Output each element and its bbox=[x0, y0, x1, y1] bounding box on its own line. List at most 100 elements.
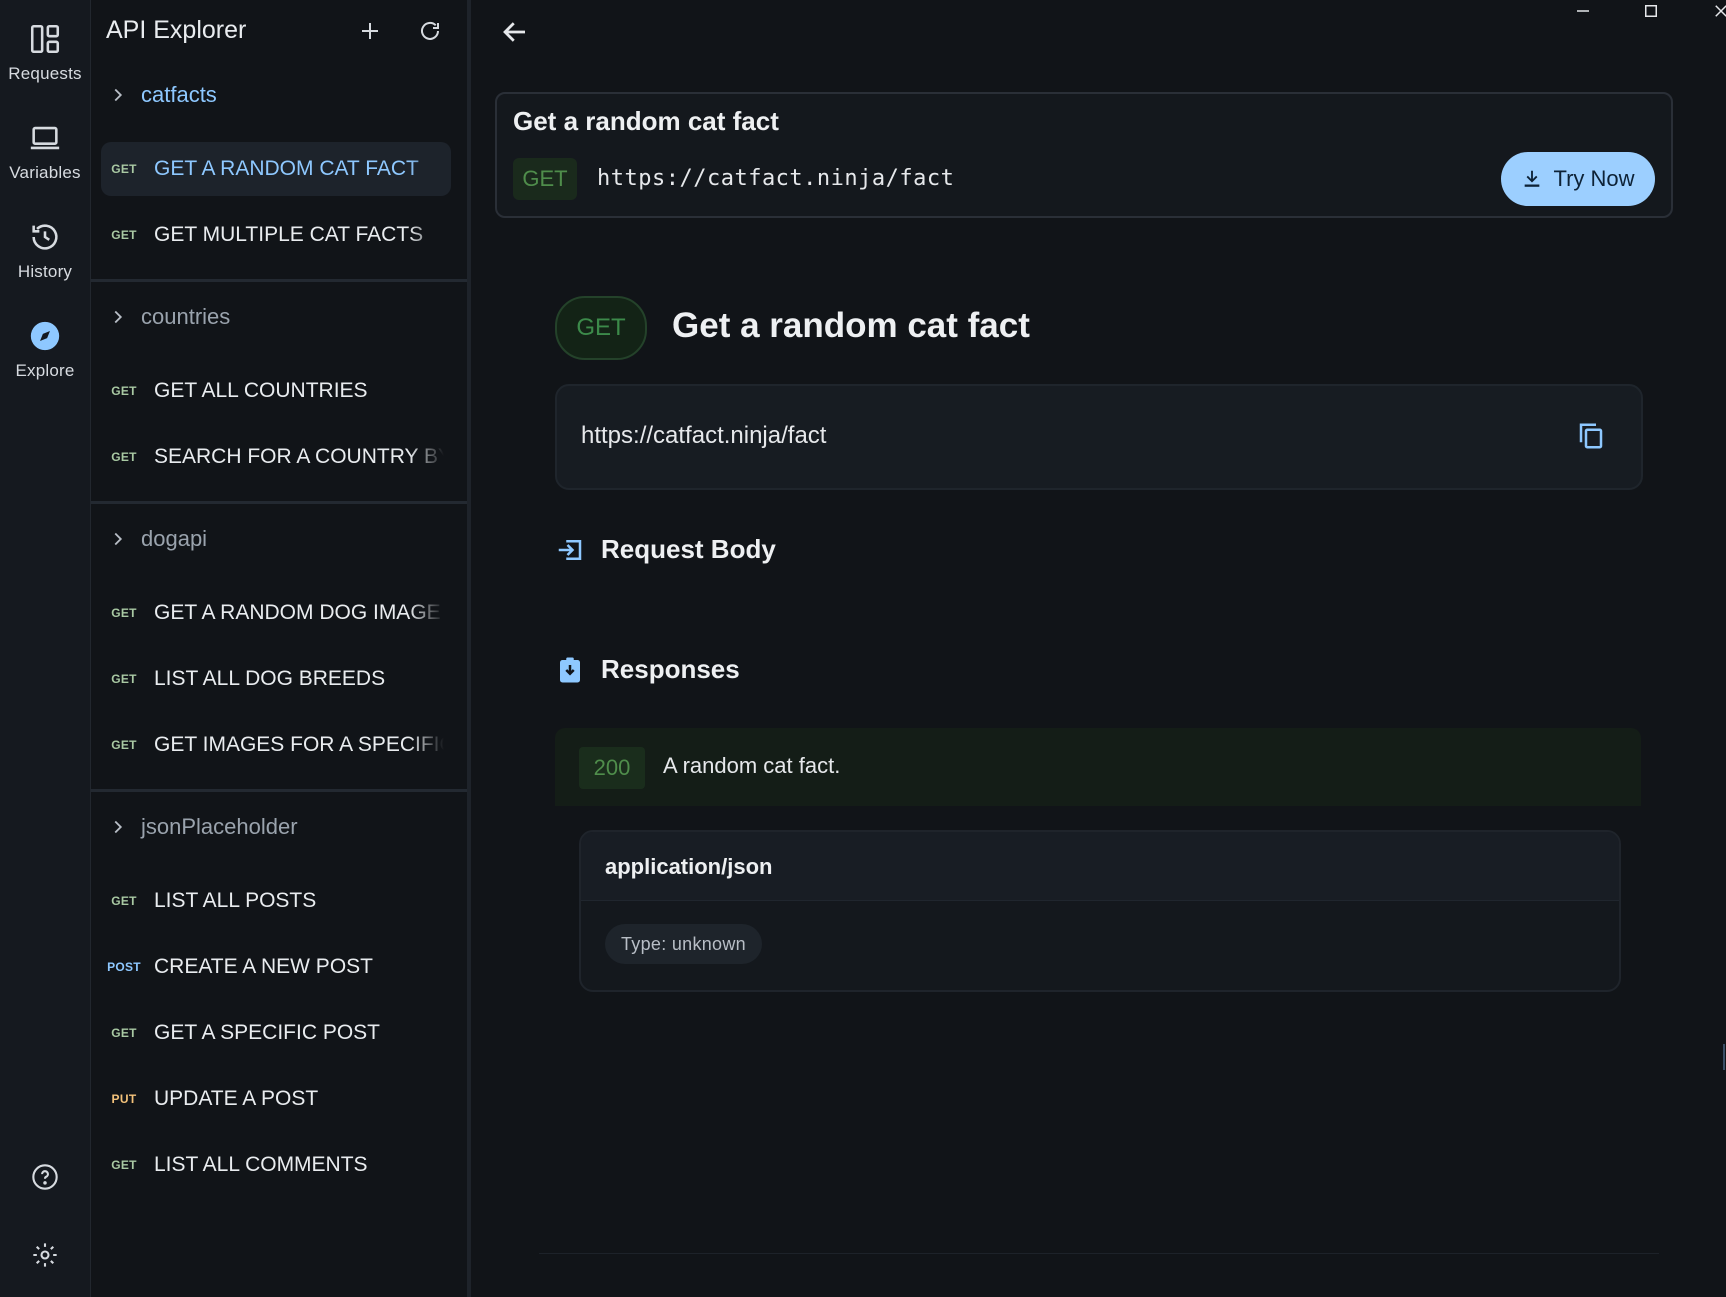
group-dogapi[interactable]: dogapi bbox=[91, 511, 467, 567]
laptop-icon bbox=[30, 126, 60, 150]
request-item-random-cat-fact[interactable]: GET GET A RANDOM CAT FACT bbox=[101, 142, 451, 196]
request-item-update-post[interactable]: PUT UPDATE A POST bbox=[101, 1072, 451, 1126]
main-content: Get a random cat fact GET https://catfac… bbox=[471, 0, 1726, 1297]
app-window: Requests Variables History Explore API E… bbox=[0, 0, 1726, 1297]
request-name: GET MULTIPLE CAT FACTS bbox=[154, 223, 424, 246]
request-item-random-dog-image[interactable]: GET GET A RANDOM DOG IMAGE bbox=[101, 586, 451, 640]
method-tag: GET bbox=[111, 228, 137, 242]
request-name: LIST ALL POSTS bbox=[154, 889, 317, 912]
history-icon bbox=[32, 224, 58, 250]
add-collection-button[interactable] bbox=[353, 14, 387, 48]
chevron-right-icon bbox=[114, 310, 123, 324]
request-name: CREATE A NEW POST bbox=[154, 955, 373, 978]
request-item-search-country[interactable]: GET SEARCH FOR A COUNTRY BY bbox=[101, 430, 451, 484]
resize-handle[interactable] bbox=[1723, 1044, 1725, 1070]
request-card-title: Get a random cat fact bbox=[513, 106, 779, 136]
request-item-specific-post[interactable]: GET GET A SPECIFIC POST bbox=[101, 1006, 451, 1060]
request-item-all-countries[interactable]: GET GET ALL COUNTRIES bbox=[101, 364, 451, 418]
request-body-section: Request Body bbox=[555, 534, 776, 565]
activity-rail: Requests Variables History Explore bbox=[0, 0, 91, 1297]
rail-item-explore[interactable]: Explore bbox=[0, 297, 90, 387]
group-name: catfacts bbox=[141, 82, 217, 107]
responses-section: Responses bbox=[555, 654, 740, 685]
status-code-badge: 200 bbox=[579, 747, 645, 789]
request-item-list-posts[interactable]: GET LIST ALL POSTS bbox=[101, 874, 451, 928]
request-item-dog-breeds[interactable]: GET LIST ALL DOG BREEDS bbox=[101, 652, 451, 706]
request-name: SEARCH FOR A COUNTRY BY bbox=[154, 445, 444, 468]
type-chip: Type: unknown bbox=[605, 924, 762, 964]
copy-url-button[interactable] bbox=[1571, 416, 1611, 456]
method-tag: GET bbox=[111, 738, 137, 752]
endpoint-url: https://catfact.ninja/fact bbox=[581, 422, 827, 449]
request-name: UPDATE A POST bbox=[154, 1087, 319, 1110]
input-icon bbox=[558, 539, 582, 560]
api-explorer-panel: API Explorer catfacts GET GET A RANDOM C… bbox=[91, 0, 471, 1297]
refresh-button[interactable] bbox=[413, 14, 447, 48]
response-description: A random cat fact. bbox=[663, 753, 841, 778]
endpoint-url-box: https://catfact.ninja/fact bbox=[555, 384, 1643, 490]
panel-header: API Explorer bbox=[91, 0, 467, 62]
minimize-icon bbox=[1577, 10, 1589, 12]
method-tag: PUT bbox=[111, 1092, 137, 1106]
close-button[interactable] bbox=[1689, 0, 1726, 22]
method-tag: GET bbox=[111, 1026, 137, 1040]
maximize-icon bbox=[1645, 5, 1657, 17]
minimize-button[interactable] bbox=[1551, 0, 1615, 22]
help-button[interactable] bbox=[0, 1152, 90, 1202]
settings-icon bbox=[33, 1243, 57, 1267]
compass-icon bbox=[30, 321, 60, 351]
chevron-right-icon bbox=[114, 820, 123, 834]
chevron-right-icon bbox=[114, 532, 123, 546]
request-name: GET A RANDOM DOG IMAGE bbox=[154, 601, 441, 624]
request-name: GET A SPECIFIC POST bbox=[154, 1021, 381, 1044]
rail-label: Variables bbox=[9, 163, 81, 182]
group-divider bbox=[91, 501, 467, 504]
group-divider bbox=[91, 789, 467, 792]
method-tag: GET bbox=[111, 894, 137, 908]
request-url: https://catfact.ninja/fact bbox=[597, 166, 955, 191]
download-icon bbox=[1525, 170, 1540, 187]
request-body-title: Request Body bbox=[601, 534, 776, 564]
back-button[interactable] bbox=[495, 12, 535, 52]
group-divider bbox=[91, 279, 467, 282]
group-jsonplaceholder[interactable]: jsonPlaceholder bbox=[91, 799, 467, 855]
copy-icon bbox=[1579, 423, 1603, 449]
method-tag: GET bbox=[111, 672, 137, 686]
refresh-icon bbox=[421, 21, 439, 40]
method-tag: GET bbox=[111, 1158, 137, 1172]
maximize-button[interactable] bbox=[1619, 0, 1683, 22]
rail-item-variables[interactable]: Variables bbox=[0, 99, 90, 189]
request-name: GET ALL COUNTRIES bbox=[154, 379, 368, 402]
method-tag: POST bbox=[107, 960, 141, 974]
rail-item-requests[interactable]: Requests bbox=[0, 0, 90, 90]
try-now-button[interactable]: Try Now bbox=[1501, 152, 1655, 206]
rail-label: History bbox=[17, 262, 73, 281]
group-countries[interactable]: countries bbox=[91, 289, 467, 345]
request-name: LIST ALL DOG BREEDS bbox=[154, 667, 386, 690]
arrow-left-icon bbox=[503, 22, 525, 42]
media-type-header: application/json bbox=[581, 832, 1619, 901]
clipboard-download-icon bbox=[560, 657, 580, 682]
request-item-create-post[interactable]: POST CREATE A NEW POST bbox=[101, 940, 451, 994]
method-tag: GET bbox=[111, 162, 137, 176]
settings-button[interactable] bbox=[0, 1230, 90, 1280]
request-item-multiple-cat-facts[interactable]: GET GET MULTIPLE CAT FACTS bbox=[101, 208, 451, 262]
requests-icon bbox=[30, 24, 60, 54]
request-name: GET A RANDOM CAT FACT bbox=[154, 157, 419, 180]
request-name: LIST ALL COMMENTS bbox=[154, 1153, 368, 1176]
request-item-images-specific[interactable]: GET GET IMAGES FOR A SPECIFIC bbox=[101, 718, 451, 772]
request-name: GET IMAGES FOR A SPECIFIC bbox=[154, 733, 444, 756]
media-type-card: application/json Type: unknown bbox=[579, 830, 1621, 992]
rail-label: Requests bbox=[8, 64, 82, 83]
group-name: dogapi bbox=[141, 526, 208, 551]
try-now-label: Try Now bbox=[1553, 166, 1635, 191]
panel-title: API Explorer bbox=[106, 16, 247, 44]
rail-label: Explore bbox=[15, 361, 75, 380]
response-200-row[interactable]: 200 A random cat fact. bbox=[555, 728, 1641, 806]
method-tag: GET bbox=[111, 606, 137, 620]
media-type-label: application/json bbox=[605, 854, 773, 879]
request-item-list-comments[interactable]: GET LIST ALL COMMENTS bbox=[101, 1138, 451, 1192]
content-divider bbox=[539, 1253, 1659, 1254]
rail-item-history[interactable]: History bbox=[0, 198, 90, 288]
group-catfacts[interactable]: catfacts bbox=[91, 67, 467, 123]
